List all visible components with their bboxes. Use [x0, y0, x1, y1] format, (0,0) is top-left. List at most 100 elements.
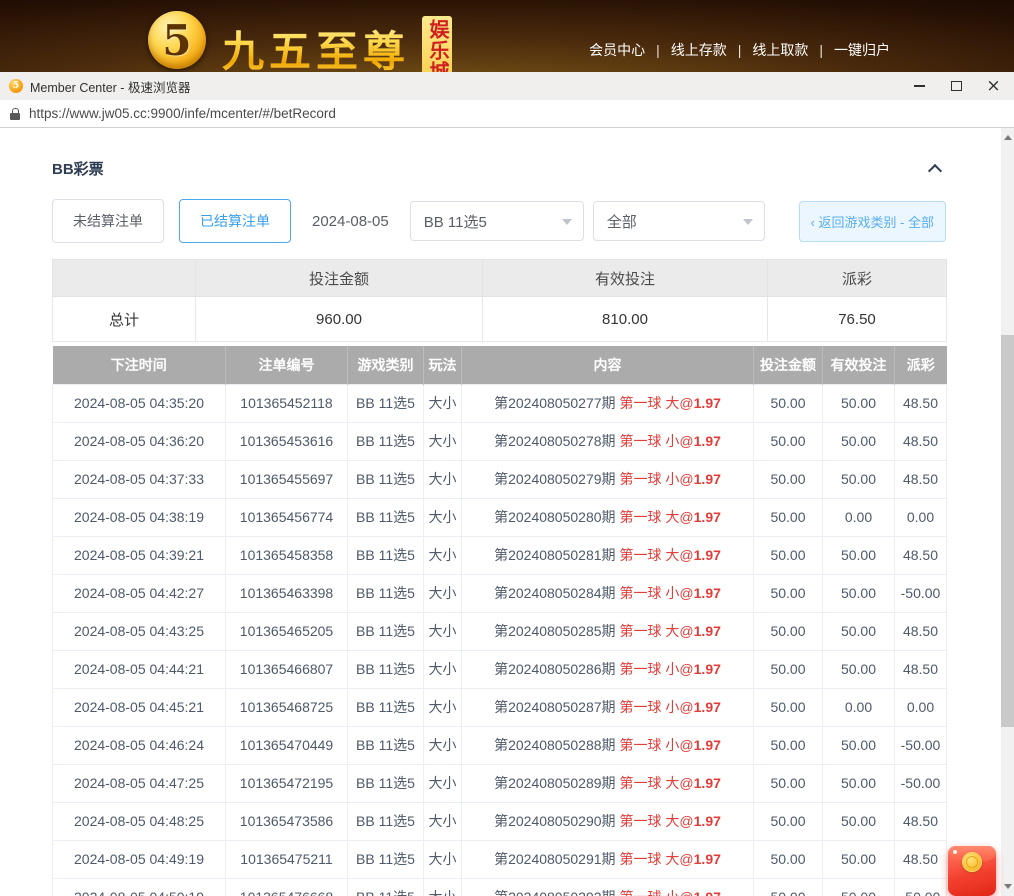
cell-play-type: 大小 [424, 878, 462, 896]
minimize-button[interactable] [901, 72, 938, 100]
cell-bet-amount: 50.00 [754, 422, 823, 460]
cell-bet-time: 2024-08-05 04:45:21 [53, 688, 226, 726]
cell-payout: 48.50 [895, 422, 947, 460]
type-select-value: 全部 [607, 211, 637, 232]
cell-content: 第202408050292期第一球 小@1.97 [462, 878, 754, 896]
content-pick: 第一球 大@ [620, 395, 694, 411]
chevron-down-icon [562, 219, 572, 225]
cell-valid-bet: 50.00 [823, 726, 895, 764]
cell-valid-bet: 50.00 [823, 802, 895, 840]
cell-order-id: 101365473586 [226, 802, 348, 840]
table-row: 2024-08-05 04:47:25101365472195BB 11选5大小… [53, 764, 947, 802]
content-period: 第202408050292期 [494, 889, 615, 896]
column-header: 下注时间 [53, 346, 226, 384]
cell-bet-amount: 50.00 [754, 650, 823, 688]
browser-urlbar[interactable]: https://www.jw05.cc:9900/infe/mcenter/#/… [0, 100, 1014, 128]
url-text[interactable]: https://www.jw05.cc:9900/infe/mcenter/#/… [29, 106, 336, 121]
column-header: 游戏类别 [348, 346, 424, 384]
cell-order-id: 101365475211 [226, 840, 348, 878]
scrollbar[interactable] [1001, 128, 1014, 896]
content-period: 第202408050286期 [494, 661, 615, 677]
cell-bet-time: 2024-08-05 04:35:20 [53, 384, 226, 422]
cell-valid-bet: 50.00 [823, 422, 895, 460]
nav-separator: | [656, 42, 660, 58]
cell-game-category: BB 11选5 [348, 840, 424, 878]
cell-order-id: 101365465205 [226, 612, 348, 650]
red-envelope-button[interactable] [948, 846, 996, 896]
summary-header-cell: 投注金额 [196, 260, 483, 297]
content-pick: 第一球 小@ [620, 737, 694, 753]
cell-payout: 48.50 [895, 612, 947, 650]
nav-link-3[interactable]: 一键归户 [834, 40, 890, 60]
cell-content: 第202408050284期第一球 小@1.97 [462, 574, 754, 612]
unsettled-bets-button[interactable]: 未结算注单 [52, 199, 164, 243]
collapse-chevron-up-icon[interactable] [928, 164, 942, 178]
cell-bet-time: 2024-08-05 04:47:25 [53, 764, 226, 802]
nav-link-2[interactable]: 线上取款 [752, 40, 808, 60]
nav-link-0[interactable]: 会员中心 [589, 40, 645, 60]
content-pick: 第一球 大@ [620, 851, 694, 867]
game-select[interactable]: BB 11选5 [410, 201, 584, 241]
cell-valid-bet: 50.00 [823, 764, 895, 802]
column-header: 内容 [462, 346, 754, 384]
cell-game-category: BB 11选5 [348, 802, 424, 840]
content-period: 第202408050288期 [494, 737, 615, 753]
scroll-down-arrow-icon[interactable] [1004, 884, 1012, 889]
cell-game-category: BB 11选5 [348, 460, 424, 498]
content-pick: 第一球 小@ [620, 661, 694, 677]
cell-bet-amount: 50.00 [754, 612, 823, 650]
type-select[interactable]: 全部 [593, 201, 765, 241]
cell-bet-amount: 50.00 [754, 802, 823, 840]
cell-content: 第202408050277期第一球 大@1.97 [462, 384, 754, 422]
filter-bar: 未结算注单 已结算注单 2024-08-05 BB 11选5 全部 ‹ 返回游戏… [52, 199, 946, 243]
back-to-category-button[interactable]: ‹ 返回游戏类别 - 全部 [799, 201, 947, 242]
cell-valid-bet: 50.00 [823, 612, 895, 650]
page-content: BB彩票 未结算注单 已结算注单 2024-08-05 BB 11选5 全部 ‹… [0, 128, 1002, 896]
column-header: 有效投注 [823, 346, 895, 384]
cell-content: 第202408050290期第一球 大@1.97 [462, 802, 754, 840]
close-button[interactable]: × [975, 72, 1012, 100]
cell-content: 第202408050287期第一球 小@1.97 [462, 688, 754, 726]
cell-bet-time: 2024-08-05 04:39:21 [53, 536, 226, 574]
date-label: 2024-08-05 [312, 213, 389, 230]
cell-play-type: 大小 [424, 612, 462, 650]
summary-value: 810.00 [483, 297, 768, 342]
cell-game-category: BB 11选5 [348, 612, 424, 650]
content-odds: 1.97 [694, 889, 721, 896]
content-pick: 第一球 小@ [620, 889, 694, 896]
table-row: 2024-08-05 04:39:21101365458358BB 11选5大小… [53, 536, 947, 574]
game-select-value: BB 11选5 [424, 211, 487, 232]
content-pick: 第一球 大@ [620, 509, 694, 525]
browser-titlebar: 5 Member Center - 极速浏览器 × [0, 72, 1014, 100]
cell-bet-amount: 50.00 [754, 840, 823, 878]
content-odds: 1.97 [694, 661, 721, 677]
cell-bet-time: 2024-08-05 04:42:27 [53, 574, 226, 612]
column-header: 玩法 [424, 346, 462, 384]
summary-header-cell [53, 260, 196, 297]
logo-number: 5 [162, 16, 191, 65]
content-pick: 第一球 小@ [620, 433, 694, 449]
scrollbar-thumb[interactable] [1001, 335, 1014, 727]
table-row: 2024-08-05 04:38:19101365456774BB 11选5大小… [53, 498, 947, 536]
cell-content: 第202408050281期第一球 大@1.97 [462, 536, 754, 574]
settled-bets-button[interactable]: 已结算注单 [179, 199, 291, 243]
column-header: 投注金额 [754, 346, 823, 384]
content-pick: 第一球 大@ [620, 775, 694, 791]
content-odds: 1.97 [694, 623, 721, 639]
summary-header-cell: 有效投注 [483, 260, 768, 297]
cell-content: 第202408050289期第一球 大@1.97 [462, 764, 754, 802]
cell-bet-time: 2024-08-05 04:49:19 [53, 840, 226, 878]
summary-header-row: 投注金额有效投注派彩 [53, 260, 947, 297]
cell-play-type: 大小 [424, 384, 462, 422]
nav-link-1[interactable]: 线上存款 [671, 40, 727, 60]
maximize-button[interactable] [938, 72, 975, 100]
table-row: 2024-08-05 04:49:19101365475211BB 11选5大小… [53, 840, 947, 878]
window-controls: × [901, 72, 1012, 100]
site-logo[interactable]: 5 九五至尊 娱乐城 [148, 6, 452, 72]
cell-game-category: BB 11选5 [348, 650, 424, 688]
chevron-down-icon [743, 219, 753, 225]
content-pick: 第一球 大@ [620, 813, 694, 829]
scroll-up-arrow-icon[interactable] [1004, 135, 1012, 140]
cell-valid-bet: 50.00 [823, 650, 895, 688]
cell-order-id: 101365452118 [226, 384, 348, 422]
